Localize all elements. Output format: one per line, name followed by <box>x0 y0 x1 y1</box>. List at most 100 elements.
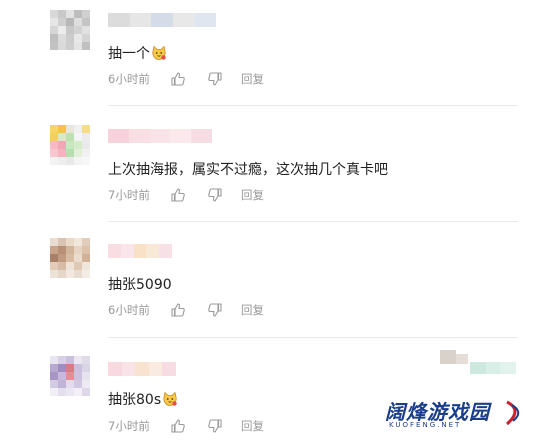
username-mosaic-cell <box>440 350 456 364</box>
thumbs-down-icon[interactable] <box>207 71 223 87</box>
avatar-mosaic-cell <box>66 388 74 396</box>
username-mosaic-cell <box>191 129 212 143</box>
avatar-mosaic-cell <box>50 356 58 364</box>
avatar-mosaic-cell <box>74 149 82 157</box>
username-blurred[interactable] <box>108 129 212 143</box>
username-mosaic-cell <box>149 129 171 143</box>
avatar-mosaic-cell <box>66 157 74 165</box>
avatar-mosaic-cell <box>58 270 66 278</box>
avatar-mosaic-cell <box>66 149 74 157</box>
avatar-mosaic-cell <box>50 254 58 262</box>
avatar-mosaic-cell <box>50 125 58 133</box>
avatar-mosaic-cell <box>50 270 58 278</box>
avatar-mosaic-cell <box>66 238 74 246</box>
avatar-mosaic-cell <box>82 157 90 165</box>
avatar-mosaic-cell <box>82 254 90 262</box>
thumbs-down-icon[interactable] <box>207 418 223 434</box>
avatar-mosaic-cell <box>66 246 74 254</box>
avatar-mosaic-cell <box>50 372 58 380</box>
avatar-mosaic-cell <box>82 133 90 141</box>
thumbs-up-icon[interactable] <box>170 187 186 203</box>
avatar-mosaic-cell <box>58 380 66 388</box>
username-blurred[interactable] <box>108 13 216 27</box>
watermark-subtitle: KUOFENG.NET <box>389 421 462 429</box>
comment-text: 抽张5090 <box>108 275 172 295</box>
divider <box>108 221 518 222</box>
reply-button[interactable]: 回复 <box>241 71 264 87</box>
avatar-mosaic-cell <box>58 10 66 18</box>
avatar-mosaic-cell <box>74 18 82 26</box>
thumbs-up-icon[interactable] <box>170 71 186 87</box>
avatar-mosaic-cell <box>74 372 82 380</box>
avatar-mosaic-cell <box>58 133 66 141</box>
avatar-mosaic-cell <box>66 270 74 278</box>
avatar-mosaic-cell <box>50 388 58 396</box>
username-mosaic-cell <box>170 129 192 143</box>
avatar-mosaic-cell <box>66 18 74 26</box>
avatar-mosaic-cell <box>74 356 82 364</box>
username-mosaic-cell <box>151 13 174 27</box>
avatar-mosaic-cell <box>82 364 90 372</box>
avatar-mosaic-cell <box>74 26 82 34</box>
avatar-mosaic-cell <box>66 125 74 133</box>
reply-button[interactable]: 回复 <box>241 302 264 318</box>
avatar-mosaic-cell <box>82 18 90 26</box>
avatar-mosaic-cell <box>50 149 58 157</box>
avatar[interactable] <box>50 10 90 50</box>
avatar-mosaic-cell <box>74 34 82 42</box>
avatar[interactable] <box>50 125 90 165</box>
avatar-mosaic-cell <box>50 42 58 50</box>
cat-emoji-icon <box>162 391 178 407</box>
avatar-mosaic-cell <box>82 141 90 149</box>
comment-time: 7小时前 <box>108 419 150 433</box>
username-blurred[interactable] <box>108 362 176 376</box>
avatar-mosaic-cell <box>66 380 74 388</box>
username-mosaic-cell <box>129 13 152 27</box>
avatar-mosaic-cell <box>66 262 74 270</box>
username-mosaic-cell <box>486 362 500 374</box>
avatar-mosaic-cell <box>82 380 90 388</box>
avatar-mosaic-cell <box>66 141 74 149</box>
divider <box>108 337 518 338</box>
comment-text: 抽一个 <box>108 44 167 64</box>
reply-button[interactable]: 回复 <box>241 418 264 434</box>
avatar-mosaic-cell <box>74 388 82 396</box>
comment-time: 6小时前 <box>108 303 150 317</box>
username-blurred[interactable] <box>108 244 172 258</box>
comment-text: 抽张80s <box>108 390 178 410</box>
avatar-mosaic-cell <box>58 18 66 26</box>
avatar-mosaic-cell <box>58 364 66 372</box>
avatar-mosaic-cell <box>58 372 66 380</box>
avatar-mosaic-cell <box>82 262 90 270</box>
avatar[interactable] <box>50 238 90 278</box>
avatar-mosaic-cell <box>82 125 90 133</box>
avatar-mosaic-cell <box>82 10 90 18</box>
thumbs-down-icon[interactable] <box>207 187 223 203</box>
avatar-mosaic-cell <box>82 149 90 157</box>
avatar-mosaic-cell <box>66 364 74 372</box>
username-mosaic-cell <box>108 129 130 143</box>
username-blurred <box>440 350 518 380</box>
avatar-mosaic-cell <box>58 42 66 50</box>
avatar-mosaic-cell <box>74 141 82 149</box>
avatar-mosaic-cell <box>82 34 90 42</box>
avatar-mosaic-cell <box>58 254 66 262</box>
username-mosaic-cell <box>194 13 216 27</box>
thumbs-up-icon[interactable] <box>170 418 186 434</box>
avatar-mosaic-cell <box>66 372 74 380</box>
avatar-mosaic-cell <box>50 157 58 165</box>
avatar-mosaic-cell <box>58 141 66 149</box>
avatar-mosaic-cell <box>82 372 90 380</box>
avatar-mosaic-cell <box>74 125 82 133</box>
avatar-mosaic-cell <box>74 380 82 388</box>
avatar[interactable] <box>50 356 90 396</box>
thumbs-down-icon[interactable] <box>207 302 223 318</box>
avatar-mosaic-cell <box>82 356 90 364</box>
avatar-mosaic-cell <box>50 26 58 34</box>
reply-button[interactable]: 回复 <box>241 187 264 203</box>
avatar-mosaic-cell <box>58 238 66 246</box>
comment-text-content: 抽张80s <box>108 392 162 408</box>
avatar-mosaic-cell <box>82 238 90 246</box>
avatar-mosaic-cell <box>58 388 66 396</box>
thumbs-up-icon[interactable] <box>170 302 186 318</box>
